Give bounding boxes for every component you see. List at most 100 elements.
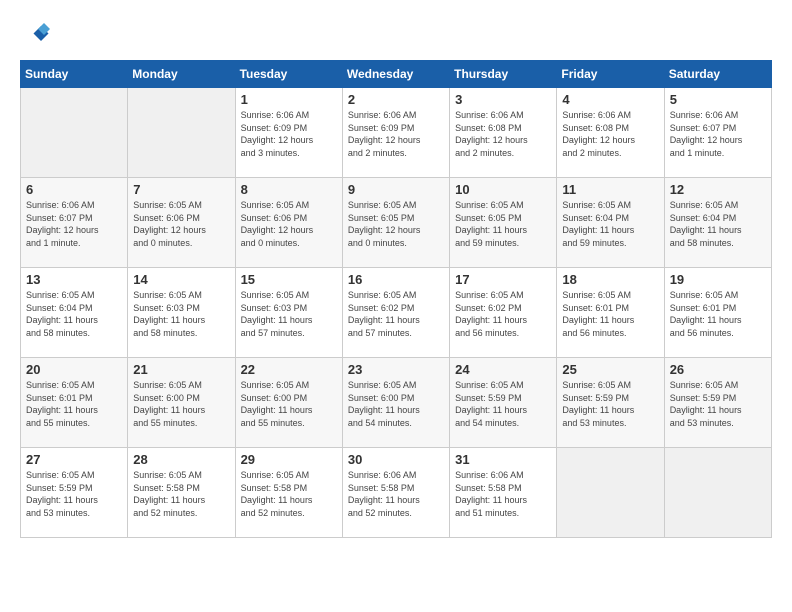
calendar-cell: 8 Sunrise: 6:05 AM Sunset: 6:06 PM Daylig… (235, 178, 342, 268)
calendar-cell: 21Sunrise: 6:05 AM Sunset: 6:00 PM Dayli… (128, 358, 235, 448)
calendar-cell: 28 Sunrise: 6:05 AM Sunset: 5:58 PM Dayli… (128, 448, 235, 538)
day-info: Sunrise: 6:06 AM Sunset: 5:58 PM Dayligh… (348, 469, 444, 519)
day-info: Sunrise: 6:05 AM Sunset: 6:04 PM Dayligh… (562, 199, 658, 249)
weekday-header-saturday: Saturday (664, 61, 771, 88)
day-info: Sunrise: 6:06 AM Sunset: 6:07 PM Dayligh… (670, 109, 766, 159)
day-number: 31 (455, 452, 551, 467)
calendar-cell: 15 Sunrise: 6:05 AM Sunset: 6:03 PM Dayli… (235, 268, 342, 358)
logo-icon (20, 20, 50, 50)
day-info: Sunrise: 6:05 AM Sunset: 6:04 PM Dayligh… (26, 289, 122, 339)
calendar-week-5: 27Sunrise: 6:05 AM Sunset: 5:59 PM Dayli… (21, 448, 772, 538)
calendar-cell: 5 Sunrise: 6:06 AM Sunset: 6:07 PM Daylig… (664, 88, 771, 178)
day-info: Sunrise: 6:05 AM Sunset: 5:59 PM Dayligh… (26, 469, 122, 519)
calendar-cell (128, 88, 235, 178)
day-info: Sunrise: 6:05 AM Sunset: 6:03 PM Dayligh… (241, 289, 337, 339)
calendar-cell: 4 Sunrise: 6:06 AM Sunset: 6:08 PM Daylig… (557, 88, 664, 178)
day-number: 20 (26, 362, 122, 377)
calendar-cell: 30 Sunrise: 6:06 AM Sunset: 5:58 PM Dayli… (342, 448, 449, 538)
calendar-cell (557, 448, 664, 538)
calendar-cell: 24 Sunrise: 6:05 AM Sunset: 5:59 PM Dayli… (450, 358, 557, 448)
day-number: 25 (562, 362, 658, 377)
calendar-cell: 9 Sunrise: 6:05 AM Sunset: 6:05 PM Daylig… (342, 178, 449, 268)
day-number: 28 (133, 452, 229, 467)
calendar-cell: 13 Sunrise: 6:05 AM Sunset: 6:04 PM Dayli… (21, 268, 128, 358)
day-info: Sunrise: 6:05 AM Sunset: 5:59 PM Dayligh… (455, 379, 551, 429)
day-info: Sunrise: 6:05 AM Sunset: 6:02 PM Dayligh… (455, 289, 551, 339)
weekday-header-friday: Friday (557, 61, 664, 88)
day-info: Sunrise: 6:06 AM Sunset: 6:09 PM Dayligh… (348, 109, 444, 159)
day-number: 19 (670, 272, 766, 287)
day-info: Sunrise: 6:06 AM Sunset: 6:08 PM Dayligh… (455, 109, 551, 159)
weekday-header-wednesday: Wednesday (342, 61, 449, 88)
calendar-cell: 7 Sunrise: 6:05 AM Sunset: 6:06 PM Daylig… (128, 178, 235, 268)
day-number: 4 (562, 92, 658, 107)
day-number: 3 (455, 92, 551, 107)
day-number: 22 (241, 362, 337, 377)
day-number: 11 (562, 182, 658, 197)
calendar-cell: 11 Sunrise: 6:05 AM Sunset: 6:04 PM Dayli… (557, 178, 664, 268)
day-number: 24 (455, 362, 551, 377)
day-number: 16 (348, 272, 444, 287)
day-number: 21 (133, 362, 229, 377)
day-number: 18 (562, 272, 658, 287)
day-info: Sunrise: 6:05 AM Sunset: 5:59 PM Dayligh… (562, 379, 658, 429)
day-number: 10 (455, 182, 551, 197)
day-number: 26 (670, 362, 766, 377)
day-number: 30 (348, 452, 444, 467)
day-info: Sunrise: 6:05 AM Sunset: 6:06 PM Dayligh… (241, 199, 337, 249)
day-info: Sunrise: 6:05 AM Sunset: 6:05 PM Dayligh… (455, 199, 551, 249)
day-number: 5 (670, 92, 766, 107)
day-info: Sunrise: 6:05 AM Sunset: 6:04 PM Dayligh… (670, 199, 766, 249)
weekday-header-thursday: Thursday (450, 61, 557, 88)
day-info: Sunrise: 6:05 AM Sunset: 6:00 PM Dayligh… (348, 379, 444, 429)
calendar-cell: 26Sunrise: 6:05 AM Sunset: 5:59 PM Dayli… (664, 358, 771, 448)
day-info: Sunrise: 6:05 AM Sunset: 5:58 PM Dayligh… (133, 469, 229, 519)
day-info: Sunrise: 6:05 AM Sunset: 5:58 PM Dayligh… (241, 469, 337, 519)
calendar-cell: 12 Sunrise: 6:05 AM Sunset: 6:04 PM Dayli… (664, 178, 771, 268)
calendar-cell: 20Sunrise: 6:05 AM Sunset: 6:01 PM Dayli… (21, 358, 128, 448)
calendar-cell: 31 Sunrise: 6:06 AM Sunset: 5:58 PM Dayli… (450, 448, 557, 538)
calendar-week-2: 6 Sunrise: 6:06 AM Sunset: 6:07 PM Daylig… (21, 178, 772, 268)
day-info: Sunrise: 6:05 AM Sunset: 6:01 PM Dayligh… (562, 289, 658, 339)
weekday-header-monday: Monday (128, 61, 235, 88)
calendar-cell: 17Sunrise: 6:05 AM Sunset: 6:02 PM Dayli… (450, 268, 557, 358)
day-info: Sunrise: 6:06 AM Sunset: 6:07 PM Dayligh… (26, 199, 122, 249)
day-number: 6 (26, 182, 122, 197)
day-number: 23 (348, 362, 444, 377)
day-number: 7 (133, 182, 229, 197)
page-header (20, 20, 772, 50)
calendar-cell: 29 Sunrise: 6:05 AM Sunset: 5:58 PM Dayli… (235, 448, 342, 538)
calendar-cell: 6 Sunrise: 6:06 AM Sunset: 6:07 PM Daylig… (21, 178, 128, 268)
calendar-cell: 25 Sunrise: 6:05 AM Sunset: 5:59 PM Dayli… (557, 358, 664, 448)
day-info: Sunrise: 6:05 AM Sunset: 6:05 PM Dayligh… (348, 199, 444, 249)
day-info: Sunrise: 6:06 AM Sunset: 6:08 PM Dayligh… (562, 109, 658, 159)
day-number: 12 (670, 182, 766, 197)
calendar-cell (21, 88, 128, 178)
day-info: Sunrise: 6:06 AM Sunset: 5:58 PM Dayligh… (455, 469, 551, 519)
calendar-table: SundayMondayTuesdayWednesdayThursdayFrid… (20, 60, 772, 538)
calendar-cell: 22 Sunrise: 6:05 AM Sunset: 6:00 PM Dayli… (235, 358, 342, 448)
calendar-cell: 2 Sunrise: 6:06 AM Sunset: 6:09 PM Daylig… (342, 88, 449, 178)
calendar-cell: 10 Sunrise: 6:05 AM Sunset: 6:05 PM Dayli… (450, 178, 557, 268)
day-info: Sunrise: 6:06 AM Sunset: 6:09 PM Dayligh… (241, 109, 337, 159)
calendar-cell: 27Sunrise: 6:05 AM Sunset: 5:59 PM Dayli… (21, 448, 128, 538)
day-number: 2 (348, 92, 444, 107)
calendar-cell: 18 Sunrise: 6:05 AM Sunset: 6:01 PM Dayli… (557, 268, 664, 358)
day-number: 15 (241, 272, 337, 287)
day-info: Sunrise: 6:05 AM Sunset: 6:00 PM Dayligh… (241, 379, 337, 429)
calendar-cell: 3 Sunrise: 6:06 AM Sunset: 6:08 PM Daylig… (450, 88, 557, 178)
day-info: Sunrise: 6:05 AM Sunset: 6:06 PM Dayligh… (133, 199, 229, 249)
day-number: 13 (26, 272, 122, 287)
day-number: 29 (241, 452, 337, 467)
calendar-cell: 16 Sunrise: 6:05 AM Sunset: 6:02 PM Dayli… (342, 268, 449, 358)
calendar-cell: 19 Sunrise: 6:05 AM Sunset: 6:01 PM Dayli… (664, 268, 771, 358)
calendar-cell: 14Sunrise: 6:05 AM Sunset: 6:03 PM Dayli… (128, 268, 235, 358)
day-number: 1 (241, 92, 337, 107)
day-info: Sunrise: 6:05 AM Sunset: 6:01 PM Dayligh… (670, 289, 766, 339)
weekday-header-tuesday: Tuesday (235, 61, 342, 88)
day-number: 14 (133, 272, 229, 287)
day-number: 9 (348, 182, 444, 197)
day-number: 8 (241, 182, 337, 197)
day-info: Sunrise: 6:05 AM Sunset: 6:02 PM Dayligh… (348, 289, 444, 339)
logo (20, 20, 56, 50)
